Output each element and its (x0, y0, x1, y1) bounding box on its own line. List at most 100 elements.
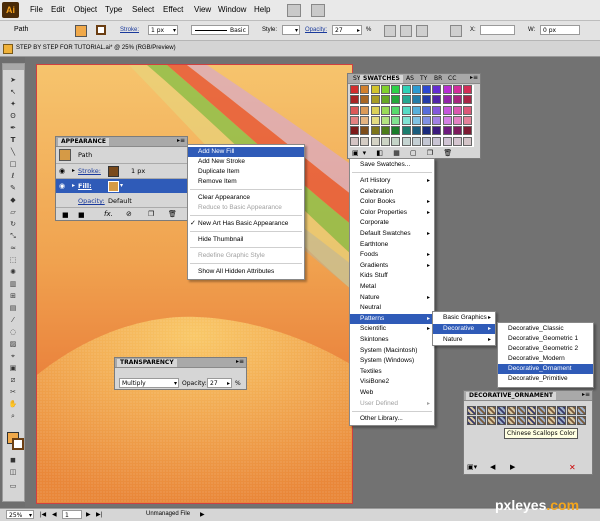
pattern-swatch[interactable] (577, 416, 586, 425)
color-swatch[interactable] (411, 126, 421, 136)
prev-artboard-icon[interactable]: ◀ (52, 511, 57, 518)
color-swatch[interactable] (432, 115, 442, 125)
swatch-library-item[interactable]: Textiles (350, 367, 434, 377)
blend-mode-select[interactable]: Multiply ▾ (119, 378, 179, 388)
pattern-swatch[interactable] (477, 416, 486, 425)
swatch-library-item[interactable]: System (Windows) (350, 356, 434, 366)
ornament-tab[interactable]: DECORATIVE_ORNAMENT (466, 392, 557, 400)
add-stroke-icon[interactable]: ■ (62, 211, 69, 219)
color-swatch[interactable] (350, 105, 359, 115)
color-swatch[interactable] (463, 105, 473, 115)
color-swatch[interactable] (453, 115, 462, 125)
warp-tool-icon[interactable]: ≈ (5, 244, 21, 253)
clear-icon[interactable]: ⊘ (126, 210, 132, 218)
slice-tool-icon[interactable]: ⧄ (5, 376, 21, 385)
expand-triangle-icon[interactable]: ▸ (72, 167, 75, 174)
swatch-library-item[interactable]: Foods ▸ (350, 250, 434, 260)
color-swatch[interactable] (391, 95, 401, 105)
color-swatch[interactable] (401, 95, 411, 105)
expand-triangle-icon[interactable]: ▸ (72, 182, 75, 189)
color-swatch[interactable] (422, 126, 432, 136)
swatch-footer-icons[interactable]: ▣▾ ◧ ▦ ▢ ❐ 🗑 (352, 149, 456, 157)
panel-menu-icon[interactable]: ▸≡ (582, 391, 590, 398)
pattern-swatch[interactable] (467, 406, 476, 415)
color-mode-icon[interactable]: ◼ (5, 456, 21, 465)
menu-item-new-art-basic[interactable]: ✓ New Art Has Basic Appearance (188, 219, 304, 229)
menu-item-decorative-modern[interactable]: Decorative_Modern (498, 354, 593, 364)
menu-view[interactable]: View (194, 5, 211, 14)
color-swatch[interactable] (411, 105, 421, 115)
color-swatch[interactable] (463, 115, 473, 125)
color-swatch[interactable] (422, 85, 432, 94)
next-library-icon[interactable]: ▶ (510, 463, 515, 471)
tab-as[interactable]: AS (403, 75, 417, 83)
blend-tool-icon[interactable]: ◌ (5, 328, 21, 337)
color-swatch[interactable] (380, 95, 390, 105)
menu-object[interactable]: Object (74, 5, 97, 14)
align-icon[interactable] (400, 25, 412, 37)
tab-swatches[interactable]: SWATCHES (360, 75, 403, 83)
color-swatch[interactable] (391, 85, 401, 94)
swatch-library-item[interactable]: Celebration (350, 187, 434, 197)
color-swatch[interactable] (422, 95, 432, 105)
color-swatch[interactable] (401, 136, 411, 146)
stroke-weight-input[interactable]: 1 px ▾ (148, 25, 178, 35)
color-swatch[interactable] (370, 95, 380, 105)
artboard-number-input[interactable]: 1 (62, 510, 82, 519)
appearance-fill-row[interactable]: ◉ ▸ Fill: ▾ (56, 179, 187, 193)
color-swatch[interactable] (411, 95, 421, 105)
menu-item-basic-graphics[interactable]: Basic Graphics ▸ (433, 313, 495, 323)
fill-swatch[interactable] (75, 25, 87, 37)
pattern-swatch[interactable] (547, 416, 556, 425)
color-swatch[interactable] (370, 85, 380, 94)
menu-item-decorative[interactable]: Decorative ▸ (433, 324, 495, 334)
menu-item-decorative-classic[interactable]: Decorative_Classic (498, 324, 593, 334)
transform-icon[interactable] (416, 25, 428, 37)
swatch-library-item[interactable]: Default Swatches ▸ (350, 229, 434, 239)
swatch-library-item[interactable]: Color Books ▸ (350, 197, 434, 207)
color-swatch[interactable] (453, 95, 462, 105)
swatch-library-item[interactable]: Art History ▸ (350, 176, 434, 186)
tab-ty[interactable]: TY (417, 75, 431, 83)
color-swatch[interactable] (422, 105, 432, 115)
color-swatch[interactable] (453, 105, 462, 115)
x-input[interactable] (480, 25, 515, 35)
pattern-swatch[interactable] (567, 406, 576, 415)
color-swatch[interactable] (453, 85, 462, 94)
pattern-swatch[interactable] (507, 416, 516, 425)
pattern-swatch[interactable] (487, 416, 496, 425)
gradient-tool-icon[interactable]: ▤ (5, 304, 21, 313)
menu-item-decorative-primitive[interactable]: Decorative_Primitive (498, 374, 593, 384)
rotate-tool-icon[interactable]: ↻ (5, 220, 21, 229)
zoom-select[interactable]: 25% ▾ (6, 510, 34, 519)
color-swatch[interactable] (391, 105, 401, 115)
swatch-library-item[interactable]: Earthtone (350, 240, 434, 250)
color-swatch[interactable] (380, 136, 390, 146)
menu-item-decorative-geometric-1[interactable]: Decorative_Geometric 1 (498, 334, 593, 344)
artboard[interactable] (36, 64, 353, 504)
swatch-library-item[interactable]: Patterns ▸ (350, 313, 434, 324)
color-swatch[interactable] (370, 126, 380, 136)
color-swatch[interactable] (442, 136, 452, 146)
appearance-panel-titlebar[interactable]: APPEARANCE ▸≡ (56, 137, 187, 147)
appearance-tab[interactable]: APPEARANCE (58, 138, 109, 146)
color-swatch[interactable] (401, 126, 411, 136)
chevron-down-icon[interactable]: ▾ (120, 182, 123, 189)
stroke-row-value[interactable]: 1 px (131, 167, 145, 175)
color-swatch[interactable] (360, 136, 370, 146)
appearance-stroke-row[interactable]: ◉ ▸ Stroke: 1 px (56, 164, 187, 179)
drawing-mode-icon[interactable]: ◫ (5, 468, 21, 477)
tools-panel-grip[interactable] (3, 64, 24, 70)
last-artboard-icon[interactable]: ▶| (96, 511, 102, 518)
transparency-opacity-input[interactable]: 27 ▸ (207, 378, 232, 388)
stroke-row-swatch[interactable] (108, 166, 119, 177)
pattern-swatch[interactable] (487, 406, 496, 415)
recolor-icon[interactable] (384, 25, 396, 37)
status-info[interactable]: Unmanaged File (146, 511, 190, 517)
pattern-swatch[interactable] (517, 406, 526, 415)
color-swatch[interactable] (380, 85, 390, 94)
menu-item-show-hidden[interactable]: Show All Hidden Attributes (188, 267, 304, 277)
ornament-panel-titlebar[interactable]: DECORATIVE_ORNAMENT ▸≡ (464, 391, 592, 401)
swatch-library-item[interactable]: Skintones (350, 335, 434, 345)
panel-menu-icon[interactable]: ▸≡ (236, 358, 244, 365)
